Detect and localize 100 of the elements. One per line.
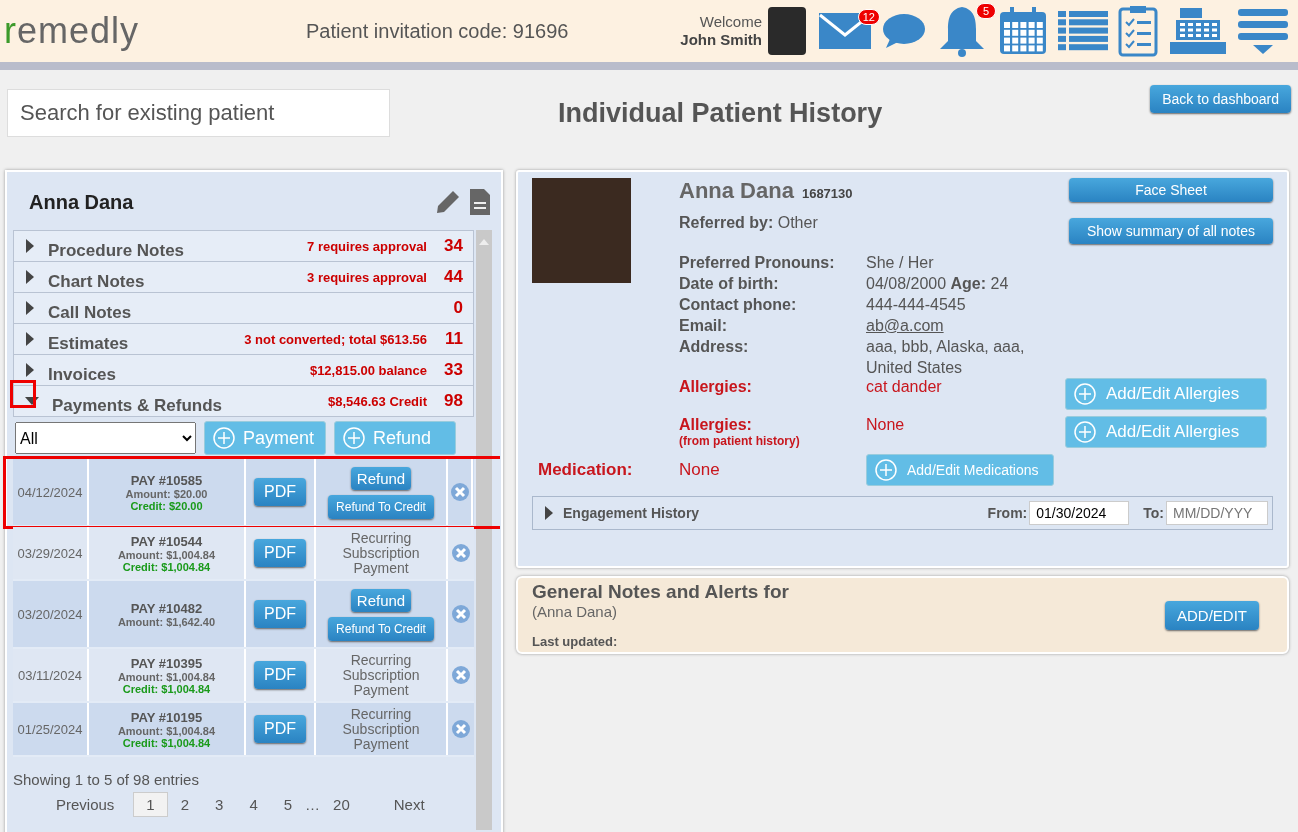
expand-arrow-icon[interactable]: [24, 269, 36, 285]
pencil-icon[interactable]: [435, 189, 461, 215]
add-edit-button[interactable]: ADD/EDIT: [1165, 600, 1259, 630]
to-date-field[interactable]: MM/DD/YYY: [1166, 501, 1268, 525]
payment-id: PAY #10395: [130, 655, 203, 671]
count-badge: 5: [976, 3, 996, 19]
allergies-label: Allergies:: [679, 416, 753, 434]
allergies-value: cat dander: [866, 378, 943, 396]
section-label[interactable]: Payments & Refunds: [52, 396, 328, 416]
expand-arrow-icon[interactable]: [24, 331, 36, 347]
page-link[interactable]: 4: [236, 792, 271, 817]
section-count: 98: [443, 391, 463, 411]
refund-button[interactable]: Refund: [350, 588, 412, 612]
scrollbar[interactable]: [476, 230, 492, 830]
plus-circle-icon: [343, 427, 365, 449]
filter-dropdown[interactable]: All: [15, 422, 196, 454]
field-label: Email:: [679, 316, 728, 336]
field-value: 444-444-4545: [866, 295, 967, 315]
page-link[interactable]: 1: [133, 792, 168, 817]
invoice-icon[interactable]: [469, 188, 491, 216]
medication-value: None: [679, 460, 721, 480]
delete-icon[interactable]: [450, 604, 471, 624]
payment-amount: Amount: $20.00: [125, 487, 208, 500]
section-count: 33: [443, 360, 463, 380]
payment-id: PAY #10482: [130, 600, 203, 616]
menu-icon[interactable]: [1238, 7, 1288, 55]
previous-link[interactable]: Previous: [43, 792, 128, 817]
calendar-icon[interactable]: [998, 6, 1048, 56]
engagement-label[interactable]: Engagement History: [563, 505, 988, 521]
field-label: Address:: [679, 337, 750, 357]
payment-id: PAY #10544: [130, 533, 203, 549]
collapse-arrow-icon[interactable]: [24, 395, 40, 407]
notes-summary-button[interactable]: Show summary of all notes: [1069, 218, 1273, 244]
pdf-button[interactable]: PDF: [254, 600, 306, 628]
page-link[interactable]: 2: [167, 792, 203, 817]
allergies-label: Allergies:: [679, 378, 753, 396]
refund-button[interactable]: Refund To Credit: [328, 616, 434, 641]
section-count: 44: [443, 267, 463, 287]
expand-arrow-icon[interactable]: [543, 505, 555, 521]
plus-circle-icon: [1074, 421, 1096, 443]
delete-icon[interactable]: [450, 543, 471, 563]
expand-arrow-icon[interactable]: [24, 300, 36, 316]
refund-button[interactable]: Refund To Credit: [328, 494, 434, 519]
field-value: She / Her: [866, 253, 935, 273]
email-link[interactable]: ab@a.com: [866, 317, 944, 334]
from-label: From:: [987, 505, 1028, 521]
plus-circle-icon: [1074, 383, 1096, 405]
search-field[interactable]: Search for existing patient: [7, 89, 390, 137]
section-label[interactable]: Procedure Notes: [48, 241, 308, 261]
pdf-button[interactable]: PDF: [254, 478, 306, 506]
page-link[interactable]: 5: [270, 792, 306, 817]
list-icon[interactable]: [1058, 11, 1108, 51]
allergies-source: (from patient history): [679, 434, 801, 448]
payment-credit: Credit: $20.00: [130, 499, 203, 512]
section-label[interactable]: Call Notes: [48, 303, 427, 323]
page-link[interactable]: 3: [202, 792, 237, 817]
pdf-button[interactable]: PDF: [254, 661, 306, 689]
welcome-text: Welcome: [699, 13, 762, 31]
payment-credit: Credit: $1,004.84: [122, 736, 211, 749]
date-cell: 03/20/2024: [17, 606, 83, 622]
section-label[interactable]: Invoices: [48, 365, 310, 385]
entries-info: Showing 1 to 5 of 98 entries: [13, 771, 200, 788]
pdf-button[interactable]: PDF: [254, 539, 306, 567]
logo: remedly: [4, 10, 141, 52]
section-label[interactable]: Chart Notes: [48, 272, 308, 292]
pdf-button[interactable]: PDF: [254, 715, 306, 743]
medication-label: Medication:: [538, 460, 634, 480]
page-link[interactable]: 20: [320, 792, 363, 817]
delete-icon[interactable]: [450, 719, 471, 739]
ellipsis: …: [305, 796, 321, 813]
payment-amount: Amount: $1,004.84: [117, 548, 216, 561]
delete-icon[interactable]: [449, 482, 470, 502]
refund-button[interactable]: Refund: [350, 466, 412, 490]
delete-icon[interactable]: [450, 665, 471, 685]
back-to-dashboard-button[interactable]: Back to dashboard: [1150, 85, 1291, 113]
date-cell: 03/11/2024: [17, 667, 83, 683]
expand-arrow-icon[interactable]: [24, 362, 36, 378]
section-count: 11: [444, 329, 463, 349]
allergies-value: None: [866, 416, 906, 434]
avatar-placeholder: [768, 7, 806, 55]
section-note: $12,815.00 balance: [309, 362, 427, 378]
date-cell: 04/12/2024: [17, 484, 83, 500]
chat-icon[interactable]: [882, 13, 926, 49]
cash-register-icon[interactable]: [1168, 6, 1228, 56]
section-note: 3 not converted; total $613.56: [244, 331, 427, 347]
face-sheet-button[interactable]: Face Sheet: [1069, 178, 1273, 202]
field-value: Other: [777, 214, 818, 231]
section-note: 3 requires approval: [307, 269, 427, 285]
payment-id: PAY #10195: [130, 709, 203, 725]
from-date-field[interactable]: 01/30/2024: [1029, 501, 1130, 525]
payment-amount: Amount: $1,642.40: [117, 615, 216, 628]
payment-credit: Credit: $1,004.84: [122, 682, 211, 695]
plus-circle-icon: [875, 459, 897, 481]
expand-arrow-icon[interactable]: [24, 238, 36, 254]
checklist-icon[interactable]: [1118, 5, 1158, 57]
section-count: 0: [452, 298, 463, 318]
section-label[interactable]: Estimates: [48, 334, 245, 354]
payment-type: Recurring Subscription Payment: [341, 530, 421, 576]
next-link[interactable]: Next: [380, 792, 438, 817]
payment-type: Recurring Subscription Payment: [341, 706, 421, 752]
